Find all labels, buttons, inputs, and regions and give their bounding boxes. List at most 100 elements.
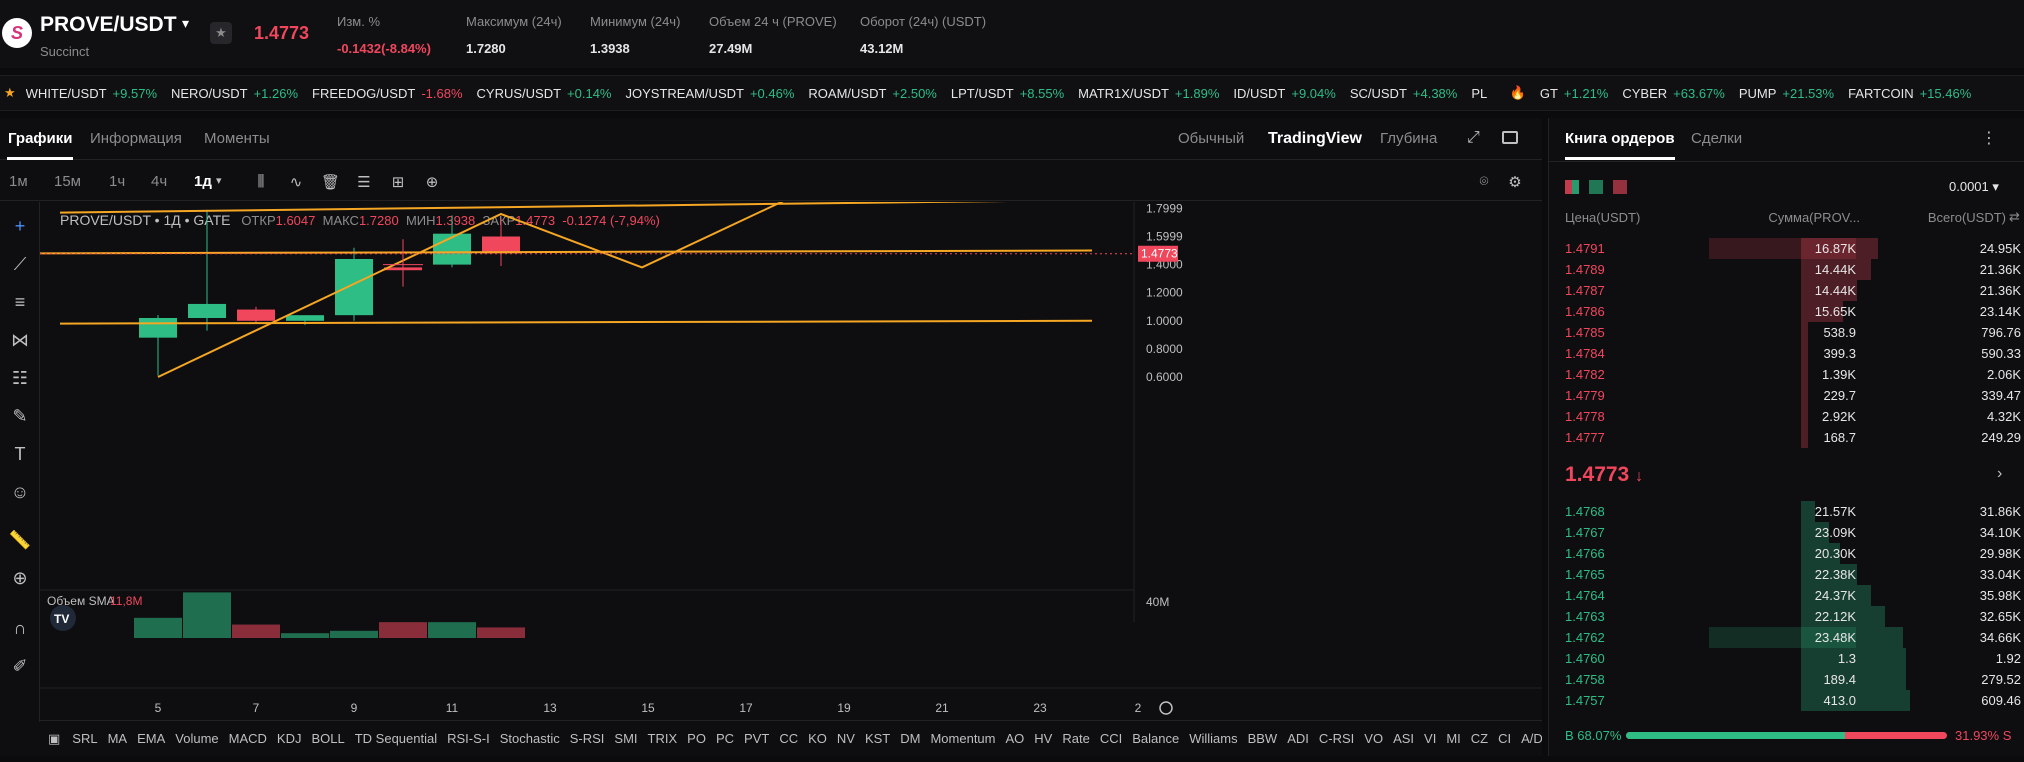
trend-line-icon[interactable]: ⟋ (8, 252, 32, 276)
layout-grid-icon[interactable]: ⊞ (389, 173, 407, 191)
tf-1d[interactable]: 1д (194, 173, 212, 190)
brush-icon[interactable]: ✎ (8, 404, 32, 428)
view-basic[interactable]: Обычный (1178, 130, 1244, 147)
tf-1m[interactable]: 1м (9, 173, 28, 190)
indicator-item[interactable]: EMA (137, 731, 165, 746)
emoji-icon[interactable]: ☺ (8, 480, 32, 504)
indicator-item[interactable]: SRL (72, 731, 97, 746)
bid-row[interactable]: 1.4763 22.12K 32.65K (1565, 606, 2021, 627)
book-bids-icon[interactable] (1589, 180, 1603, 194)
indicators-icon[interactable]: ∿ (287, 173, 305, 191)
indicator-item[interactable]: DM (900, 731, 920, 746)
ruler-icon[interactable]: 📏 (8, 528, 32, 552)
hot-item[interactable]: PUMP +21.53% (1739, 86, 1834, 101)
book-both-icon[interactable] (1565, 180, 1579, 194)
tf-1h[interactable]: 1ч (109, 173, 125, 190)
more-icon[interactable]: ⋮ (1981, 128, 1997, 148)
ticker-item[interactable]: PL (1471, 86, 1493, 101)
indicator-item[interactable]: S-RSI (570, 731, 605, 746)
indicator-item[interactable]: TD Sequential (355, 731, 437, 746)
zoom-in-icon[interactable]: ⊕ (8, 566, 32, 590)
indicator-item[interactable]: KST (865, 731, 890, 746)
bid-row[interactable]: 1.4765 22.38K 33.04K (1565, 564, 2021, 585)
indicator-item[interactable]: BBW (1248, 731, 1278, 746)
text-icon[interactable]: T (8, 442, 32, 466)
settings-gear-icon[interactable]: ⚙ (1506, 173, 1524, 191)
horizontal-lines-icon[interactable]: ≡ (8, 290, 32, 314)
chevron-right-icon[interactable]: › (1997, 465, 2002, 483)
view-depth[interactable]: Глубина (1380, 130, 1437, 147)
indicator-item[interactable]: PVT (744, 731, 769, 746)
bid-row[interactable]: 1.4767 23.09K 34.10K (1565, 522, 2021, 543)
hot-item[interactable]: FARTCOIN +15.46% (1848, 86, 1971, 101)
bid-row[interactable]: 1.4764 24.37K 35.98K (1565, 585, 2021, 606)
fib-icon[interactable]: ☷ (8, 366, 32, 390)
indicator-item[interactable]: PC (716, 731, 734, 746)
ticker-item[interactable]: LPT/USDT +8.55% (951, 86, 1064, 101)
indicator-item[interactable]: Stochastic (500, 731, 560, 746)
ask-row[interactable]: 1.4789 14.44K 21.36K (1565, 259, 2021, 280)
indicator-item[interactable]: CC (779, 731, 798, 746)
indicator-item[interactable]: SMI (614, 731, 637, 746)
indicator-item[interactable]: Momentum (930, 731, 995, 746)
hot-item[interactable]: CYBER +63.67% (1622, 86, 1724, 101)
favorite-star-icon[interactable]: ★ (210, 22, 232, 44)
indicator-item[interactable]: Williams (1189, 731, 1237, 746)
hot-item[interactable]: GT +1.21% (1540, 86, 1609, 101)
bid-row[interactable]: 1.4757 413.0 609.46 (1565, 690, 2021, 711)
ticker-item[interactable]: NERO/USDT +1.26% (171, 86, 298, 101)
indicator-item[interactable]: TRIX (648, 731, 678, 746)
list-icon[interactable]: ☰ (355, 173, 373, 191)
ticker-item[interactable]: SC/USDT +4.38% (1350, 86, 1458, 101)
crosshair-icon[interactable]: + (8, 214, 32, 238)
indicator-item[interactable]: CI (1498, 731, 1511, 746)
indicator-item[interactable]: MACD (229, 731, 267, 746)
ask-row[interactable]: 1.4782 1.39K 2.06K (1565, 364, 2021, 385)
swap-icon[interactable]: ⇄ (2009, 209, 2020, 225)
ask-row[interactable]: 1.4777 168.7 249.29 (1565, 427, 2021, 448)
indicator-item[interactable]: Balance (1132, 731, 1179, 746)
window-icon[interactable] (1502, 131, 1518, 144)
pattern-icon[interactable]: ⋈ (8, 328, 32, 352)
ticker-item[interactable]: MATR1X/USDT +1.89% (1078, 86, 1219, 101)
tf-4h[interactable]: 4ч (151, 173, 167, 190)
tab-moments[interactable]: Моменты (204, 130, 270, 147)
indicator-item[interactable]: ASI (1393, 731, 1414, 746)
ticker-item[interactable]: WHITE/USDT +9.57% (26, 86, 157, 101)
tf-15m[interactable]: 15м (54, 173, 81, 190)
ticker-item[interactable]: ID/USDT +9.04% (1233, 86, 1335, 101)
indicator-item[interactable]: A/D (1521, 731, 1542, 746)
ticker-item[interactable]: JOYSTREAM/USDT +0.46% (625, 86, 794, 101)
ticker-item[interactable]: CYRUS/USDT +0.14% (477, 86, 612, 101)
fullscreen-icon[interactable]: ⤢ (1467, 129, 1480, 147)
indicator-item[interactable]: AO (1006, 731, 1025, 746)
indicator-item[interactable]: VO (1364, 731, 1383, 746)
ask-row[interactable]: 1.4787 14.44K 21.36K (1565, 280, 2021, 301)
ticker-item[interactable]: FREEDOG/USDT -1.68% (312, 86, 463, 101)
pair-selector[interactable]: PROVE/USDT (40, 13, 177, 37)
tab-info[interactable]: Информация (90, 130, 182, 147)
ticker-item[interactable]: ROAM/USDT +2.50% (808, 86, 936, 101)
indicator-item[interactable]: RSI-S-I (447, 731, 490, 746)
tab-trades[interactable]: Сделки (1691, 130, 1742, 147)
bid-row[interactable]: 1.4762 23.48K 34.66K (1565, 627, 2021, 648)
ask-row[interactable]: 1.4784 399.3 590.33 (1565, 343, 2021, 364)
ask-row[interactable]: 1.4779 229.7 339.47 (1565, 385, 2021, 406)
book-asks-icon[interactable] (1613, 180, 1627, 194)
chevron-down-icon[interactable]: ▾ (182, 15, 189, 32)
indicator-item[interactable]: Volume (175, 731, 218, 746)
magnet-icon[interactable]: ∩ (8, 616, 32, 640)
indicator-item[interactable]: BOLL (311, 731, 344, 746)
candle-type-icon[interactable]: ⫼ (252, 173, 270, 191)
trash-icon[interactable]: 🗑 (321, 173, 340, 191)
add-circle-icon[interactable]: ⊕ (423, 173, 441, 191)
ask-row[interactable]: 1.4785 538.9 796.76 (1565, 322, 2021, 343)
indicator-item[interactable]: CCI (1100, 731, 1122, 746)
indicator-item[interactable]: MI (1446, 731, 1460, 746)
ask-row[interactable]: 1.4791 16.87K 24.95K (1565, 238, 2021, 259)
lock-draw-icon[interactable]: ✐ (8, 654, 32, 678)
bid-row[interactable]: 1.4768 21.57K 31.86K (1565, 501, 2021, 522)
indicator-item[interactable]: MA (108, 731, 128, 746)
indicator-item[interactable]: PO (687, 731, 706, 746)
indicator-item[interactable]: CZ (1471, 731, 1488, 746)
